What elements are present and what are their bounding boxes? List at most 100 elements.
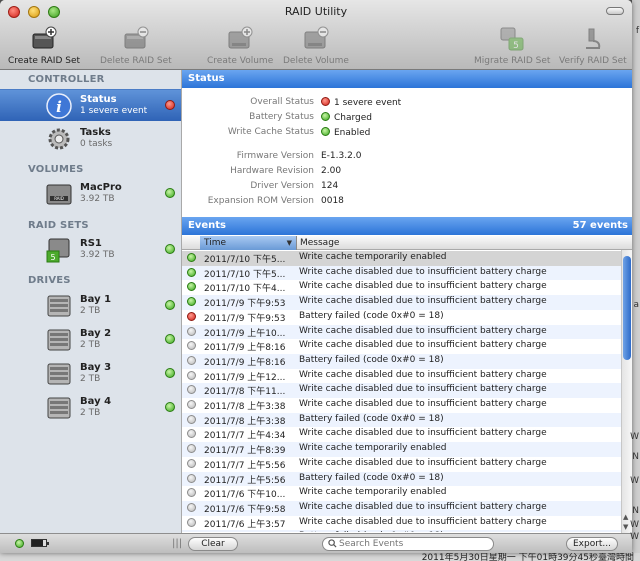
sidebar-item-bay-2[interactable]: Bay 2 2 TB xyxy=(0,324,181,356)
status-row-expansion-rom: Expansion ROM Version 0018 xyxy=(182,196,632,210)
event-message: Write cache disabled due to insufficient… xyxy=(299,296,547,307)
sidebar-item-tasks[interactable]: Tasks 0 tasks xyxy=(0,123,181,155)
table-row[interactable]: 2011/7/9 上午12... Write cache disabled due… xyxy=(182,369,622,384)
table-row[interactable]: 2011/7/9 上午8:16 Battery failed (code 0x#0… xyxy=(182,353,622,369)
column-header-time[interactable]: Time ▼ xyxy=(200,236,297,250)
event-time: 2011/7/8 上午3:38 xyxy=(204,416,286,427)
event-status-indicator xyxy=(187,326,196,336)
table-row[interactable]: 2011/7/10 下午4... Write cache disabled due… xyxy=(182,280,622,295)
background-letter: N xyxy=(632,452,639,462)
status-indicator-green xyxy=(165,334,175,344)
clear-button[interactable]: Clear xyxy=(188,537,238,551)
table-row[interactable]: 2011/7/8 上午3:38 Write cache disabled due … xyxy=(182,398,622,413)
status-value: Enabled xyxy=(321,127,370,138)
verify-raid-set-button[interactable]: Verify RAID Set xyxy=(559,26,627,66)
create-volume-icon xyxy=(228,26,253,49)
sidebar-item-label: Bay 4 xyxy=(80,396,112,407)
table-row[interactable]: 2011/7/7 上午8:39 Write cache temporarily e… xyxy=(182,442,622,457)
event-time: 2011/7/6 上午3:57 xyxy=(204,519,286,530)
event-status-indicator xyxy=(187,355,196,365)
table-row[interactable]: 2011/7/9 上午10... Write cache disabled due… xyxy=(182,324,622,340)
splitter-handle-icon[interactable]: ||| xyxy=(172,538,182,549)
migrate-raid-set-button[interactable]: 5 Migrate RAID Set xyxy=(474,26,550,66)
scroll-down-arrow-icon[interactable]: ▼ xyxy=(623,523,628,531)
delete-raid-set-button[interactable]: Delete RAID Set xyxy=(100,26,172,66)
table-row[interactable]: 2011/7/10 下午5... Write cache disabled due… xyxy=(182,265,622,281)
search-events-input[interactable] xyxy=(339,538,489,550)
events-scrollbar[interactable]: ▲ ▼ xyxy=(621,250,632,533)
sidebar-item-detail: 3.92 TB xyxy=(80,250,115,260)
table-row[interactable]: 2011/7/6 下午10... Write cache temporarily … xyxy=(182,486,622,501)
table-row[interactable]: 2011/7/7 上午5:56 Battery failed (code 0x#0… xyxy=(182,471,622,487)
microscope-icon xyxy=(585,28,601,49)
table-row[interactable]: 2011/7/9 下午9:53 Battery failed (code 0x#0… xyxy=(182,310,622,325)
event-status-indicator xyxy=(187,341,196,351)
event-time: 2011/7/10 下午5... xyxy=(204,255,286,265)
table-row[interactable]: 2011/7/9 上午8:16 Write cache disabled due … xyxy=(182,339,622,354)
event-message: Write cache disabled due to insufficient… xyxy=(299,369,547,380)
event-message: Write cache disabled due to insufficient… xyxy=(299,340,547,351)
table-row[interactable]: 2011/7/7 上午5:56 Write cache disabled due … xyxy=(182,457,622,472)
status-indicator-green xyxy=(165,300,175,310)
status-value-text: 1 severe event xyxy=(334,98,402,108)
sidebar-item-label: Status xyxy=(80,94,117,105)
delete-volume-label: Delete Volume xyxy=(283,56,349,66)
create-raid-set-label: Create RAID Set xyxy=(8,56,81,66)
event-message: Write cache disabled due to insufficient… xyxy=(299,457,547,468)
delete-volume-button[interactable]: Delete Volume xyxy=(283,26,349,66)
drive-icon xyxy=(47,363,71,385)
table-row[interactable]: 2011/7/8 下午11... Write cache disabled due… xyxy=(182,383,622,398)
sidebar-item-bay-3[interactable]: Bay 3 2 TB xyxy=(0,358,181,390)
event-time: 2011/7/10 下午4... xyxy=(204,284,286,295)
status-row-driver: Driver Version 124 xyxy=(182,181,632,195)
event-message: Battery failed (code 0x#0 = 18) xyxy=(299,472,444,483)
events-scrollbar-thumb[interactable] xyxy=(623,256,631,360)
sidebar-section-raid-sets: RAID SETS xyxy=(28,220,89,231)
info-icon-letter: i xyxy=(56,98,62,116)
table-row[interactable]: 2011/7/10 下午5... Write cache temporarily … xyxy=(182,251,622,266)
events-table-header: Time ▼ Message xyxy=(182,236,632,250)
create-volume-button[interactable]: Create Volume xyxy=(207,26,273,66)
scroll-up-arrow-icon[interactable]: ▲ xyxy=(623,513,628,521)
background-letter: N xyxy=(632,506,639,516)
status-indicator-green xyxy=(165,402,175,412)
column-header-time-label: Time xyxy=(204,238,227,248)
sidebar-item-bay-4[interactable]: Bay 4 2 TB xyxy=(0,392,181,424)
event-status-indicator xyxy=(187,414,196,424)
event-status-indicator xyxy=(187,267,196,277)
toolbar-toggle-button[interactable] xyxy=(606,7,624,15)
event-message: Battery failed (code 0x#0 = 18) xyxy=(299,413,444,424)
table-row[interactable]: 2011/7/6 上午3:57Battery failed (code 0x#0… xyxy=(182,530,622,532)
delete-raid-set-label: Delete RAID Set xyxy=(100,56,172,66)
sidebar-item-rs1[interactable]: 5 RS1 3.92 TB xyxy=(0,234,181,266)
create-volume-label: Create Volume xyxy=(207,56,274,66)
table-row[interactable]: 2011/7/8 上午3:38 Battery failed (code 0x#0… xyxy=(182,412,622,428)
event-time: 2011/7/9 下午9:53 xyxy=(204,313,286,324)
sidebar-item-bay-1[interactable]: Bay 1 2 TB xyxy=(0,290,181,322)
status-value-text: 0018 xyxy=(321,196,344,206)
sidebar-item-status[interactable]: i Status 1 severe event xyxy=(0,89,181,121)
export-button[interactable]: Export... xyxy=(566,537,618,551)
main-content: Status Overall Status 1 severe event Bat… xyxy=(182,70,632,533)
event-status-indicator xyxy=(187,458,196,468)
status-row-battery: Battery Status Charged xyxy=(182,112,632,126)
event-message: Write cache temporarily enabled xyxy=(299,252,447,262)
sidebar-item-macpro[interactable]: RAID MacPro 3.92 TB xyxy=(0,178,181,210)
search-icon xyxy=(328,539,337,548)
sidebar-item-detail: 1 severe event xyxy=(80,106,148,116)
create-raid-set-button[interactable]: Create RAID Set xyxy=(8,26,80,66)
table-row[interactable]: 2011/7/6 上午3:57 Write cache disabled due … xyxy=(182,516,622,531)
status-indicator-red xyxy=(321,97,330,106)
table-row[interactable]: 2011/7/7 上午4:34 Write cache disabled due … xyxy=(182,427,622,442)
volume-icon-label: RAID xyxy=(54,196,64,201)
table-row[interactable]: 2011/7/9 下午9:53 Write cache disabled due … xyxy=(182,295,622,310)
status-indicator-green xyxy=(321,127,330,136)
search-events-field[interactable] xyxy=(322,537,494,551)
migrate-raid-set-label: Migrate RAID Set xyxy=(474,56,551,66)
status-indicator-red xyxy=(165,100,175,110)
column-header-message[interactable]: Message xyxy=(300,236,339,250)
table-row[interactable]: 2011/7/6 下午9:58 Write cache disabled due … xyxy=(182,500,622,516)
event-time: 2011/7/7 上午5:56 xyxy=(204,460,286,471)
event-time: 2011/7/9 下午9:53 xyxy=(204,299,286,310)
event-status-indicator xyxy=(187,444,196,454)
